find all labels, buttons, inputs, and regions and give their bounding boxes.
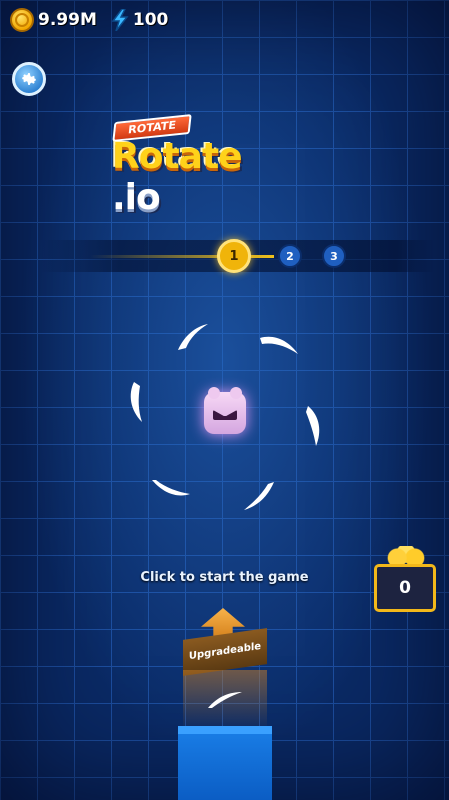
coins-counter: 9.99M — [10, 8, 97, 32]
level-next: 3 — [322, 244, 346, 268]
logo-title-suffix: .io — [112, 177, 161, 218]
settings-button[interactable] — [12, 62, 46, 96]
character-ear — [208, 387, 220, 399]
gold-coin-icon — [10, 8, 34, 32]
coins-value: 9.99M — [38, 10, 97, 30]
level-current: 1 — [217, 239, 251, 273]
treasure-count: 0 — [374, 564, 436, 612]
energy-value: 100 — [132, 10, 169, 30]
treasure-chest-button[interactable]: 0 — [374, 546, 436, 612]
logo-title-main: Rotate — [112, 136, 243, 177]
character-ear — [230, 387, 242, 399]
game-logo: ROTATE Rotate .io — [108, 114, 298, 218]
lightning-bolt-icon — [111, 9, 129, 31]
player-character — [204, 387, 246, 434]
level-next: 2 — [278, 244, 302, 268]
gear-icon — [22, 73, 36, 85]
character-eyes — [213, 410, 237, 420]
logo-title: Rotate .io — [112, 136, 298, 218]
level-progress: 1 2 3 — [40, 239, 435, 273]
energy-counter: 100 — [111, 9, 169, 31]
upgrade-pedestal[interactable] — [178, 726, 272, 800]
top-hud: 9.99M 100 — [10, 8, 168, 32]
